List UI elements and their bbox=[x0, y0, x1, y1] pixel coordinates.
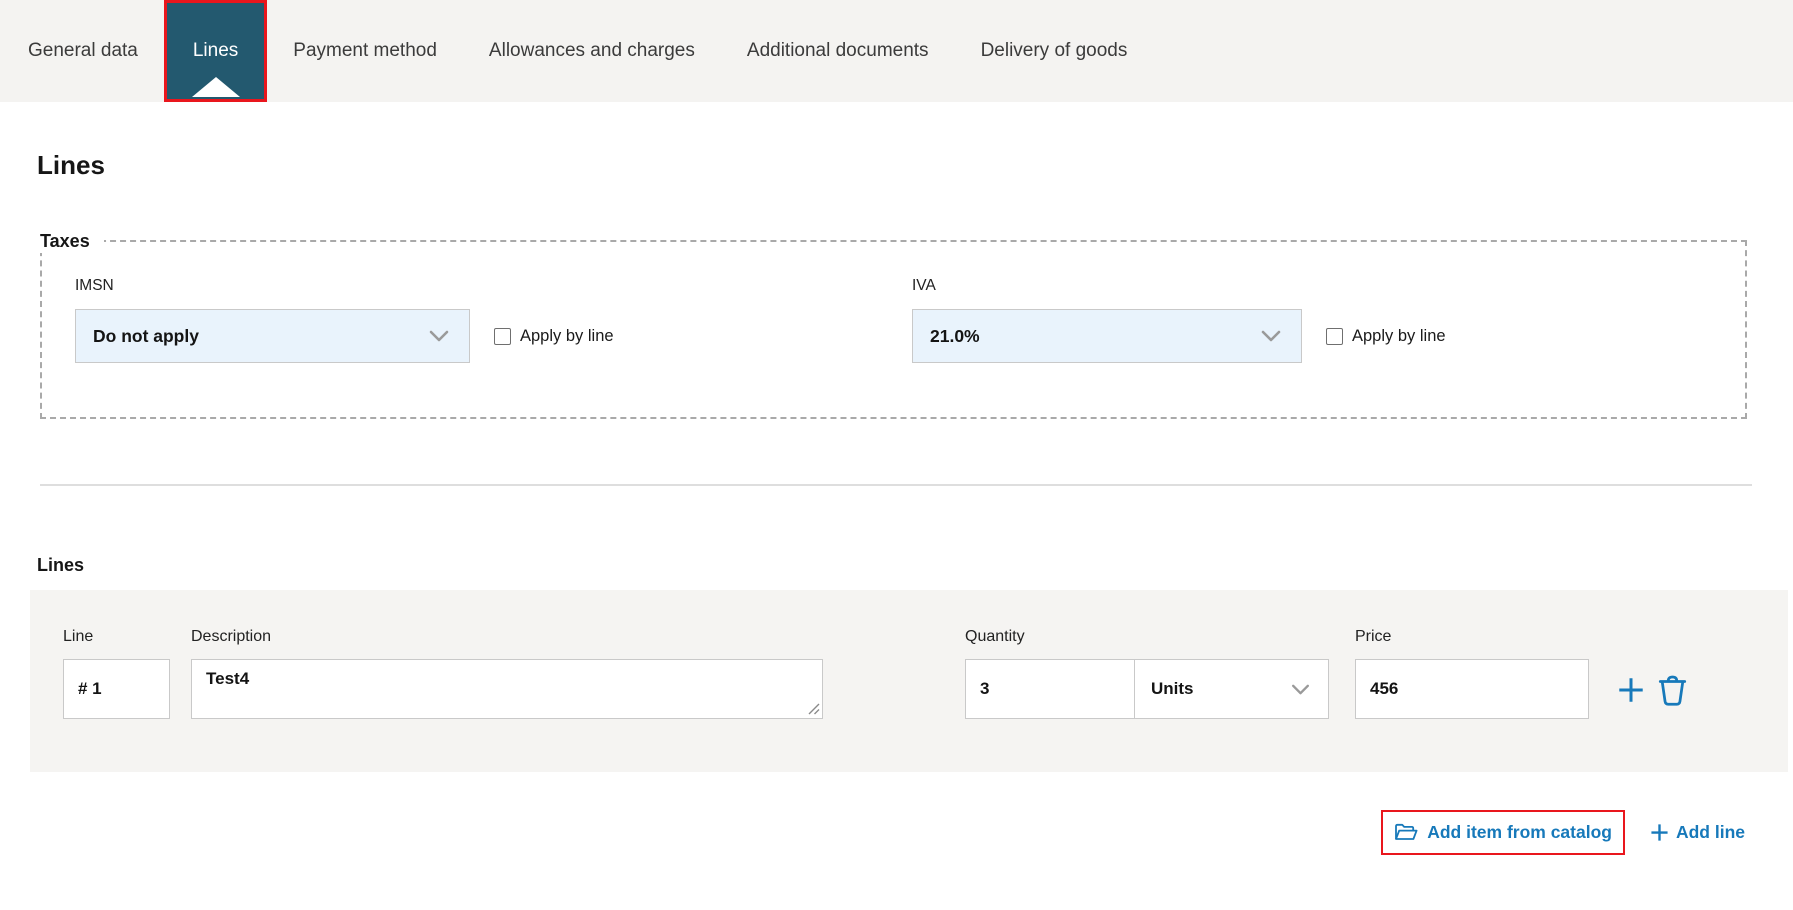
tab-label: Delivery of goods bbox=[980, 40, 1128, 61]
iva-field-group: IVA 21.0% Apply by line bbox=[912, 276, 1446, 363]
taxes-fieldset: Taxes IMSN Do not apply Apply by line IV… bbox=[40, 229, 1747, 419]
folder-open-icon bbox=[1394, 823, 1418, 842]
line-number-column: Line bbox=[63, 626, 170, 719]
quantity-input[interactable] bbox=[965, 659, 1135, 719]
plus-icon bbox=[1650, 823, 1669, 842]
line-item-row: Line Description Test4 Quantity Units Pr… bbox=[30, 590, 1788, 772]
tab-lines[interactable]: Lines bbox=[163, 0, 268, 102]
iva-apply-by-line[interactable]: Apply by line bbox=[1326, 327, 1446, 346]
line-column-label: Line bbox=[63, 628, 94, 645]
imsn-apply-by-line-checkbox[interactable] bbox=[494, 327, 511, 345]
chevron-down-icon bbox=[1291, 684, 1310, 695]
iva-apply-by-line-label: Apply by line bbox=[1352, 326, 1446, 345]
tab-label: Allowances and charges bbox=[488, 40, 695, 61]
add-line-button[interactable]: Add line bbox=[1650, 822, 1745, 843]
tab-delivery-of-goods[interactable]: Delivery of goods bbox=[955, 0, 1154, 102]
chevron-down-icon bbox=[1261, 330, 1281, 342]
description-column: Description Test4 bbox=[191, 626, 823, 719]
taxes-legend: Taxes bbox=[40, 229, 104, 253]
quantity-column: Quantity Units bbox=[965, 626, 1329, 719]
add-line-label: Add line bbox=[1675, 822, 1745, 842]
tab-label: Payment method bbox=[293, 40, 437, 61]
tab-allowances-and-charges[interactable]: Allowances and charges bbox=[463, 0, 721, 102]
tab-payment-method[interactable]: Payment method bbox=[267, 0, 463, 102]
line-number-input[interactable] bbox=[63, 659, 170, 719]
trash-icon bbox=[1657, 673, 1688, 707]
imsn-apply-by-line[interactable]: Apply by line bbox=[494, 327, 614, 346]
tab-label: General data bbox=[28, 40, 138, 61]
section-divider bbox=[40, 484, 1752, 486]
active-tab-notch bbox=[191, 77, 240, 97]
iva-selected-value: 21.0% bbox=[930, 325, 980, 346]
unit-select[interactable]: Units bbox=[1134, 659, 1329, 719]
imsn-apply-by-line-label: Apply by line bbox=[520, 326, 614, 345]
lines-section-label: Lines bbox=[37, 555, 85, 575]
add-item-from-catalog-label: Add item from catalog bbox=[1427, 822, 1612, 842]
page-title: Lines bbox=[37, 150, 105, 180]
tab-label: Additional documents bbox=[746, 40, 929, 61]
imsn-field-group: IMSN Do not apply Apply by line bbox=[75, 276, 912, 363]
resize-grip-icon[interactable] bbox=[808, 703, 820, 715]
tab-label: Lines bbox=[192, 40, 239, 61]
price-column-label: Price bbox=[1355, 628, 1392, 645]
tab-additional-documents[interactable]: Additional documents bbox=[721, 0, 955, 102]
chevron-down-icon bbox=[429, 330, 449, 342]
tab-general-data[interactable]: General data bbox=[2, 0, 164, 102]
imsn-select[interactable]: Do not apply bbox=[75, 309, 470, 363]
imsn-selected-value: Do not apply bbox=[93, 325, 199, 346]
add-item-from-catalog-button[interactable]: Add item from catalog bbox=[1381, 810, 1625, 855]
tab-bar: General data Lines Payment method Allowa… bbox=[0, 0, 1793, 102]
description-textarea[interactable]: Test4 bbox=[191, 659, 823, 719]
unit-selected-value: Units bbox=[1151, 679, 1194, 698]
iva-label: IVA bbox=[912, 277, 936, 294]
quantity-column-label: Quantity bbox=[965, 628, 1025, 645]
description-column-label: Description bbox=[191, 628, 272, 645]
price-column: Price bbox=[1355, 626, 1589, 719]
imsn-label: IMSN bbox=[75, 277, 114, 294]
iva-select[interactable]: 21.0% bbox=[912, 309, 1302, 363]
delete-row-button[interactable] bbox=[1657, 673, 1688, 707]
plus-icon bbox=[1616, 675, 1646, 705]
price-input[interactable] bbox=[1355, 659, 1589, 719]
lines-actions: Add item from catalog Add line bbox=[0, 810, 1745, 855]
add-row-button[interactable] bbox=[1616, 675, 1646, 705]
iva-apply-by-line-checkbox[interactable] bbox=[1326, 327, 1343, 345]
